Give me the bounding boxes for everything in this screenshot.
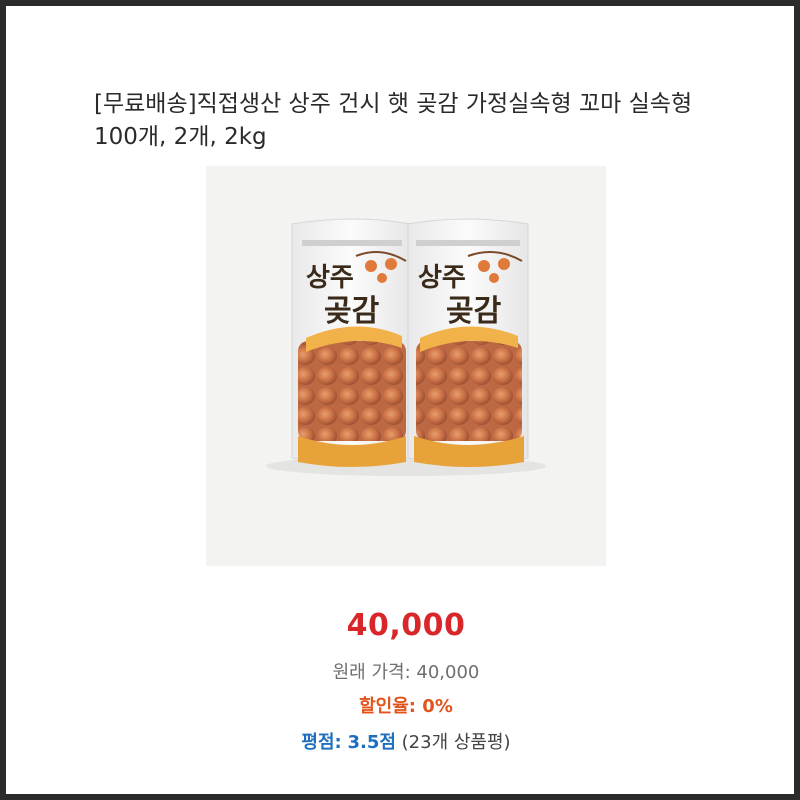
discount-value: 0% [422, 696, 453, 717]
original-price-value: 40,000 [416, 662, 480, 683]
right-bag: 상주 곶감 [407, 218, 529, 467]
product-title[interactable]: [무료배송]직접생산 상주 건시 햇 곶감 가정실속형 꼬마 실속형 100개,… [94, 88, 734, 154]
left-bag: 상주 곶감 [291, 218, 413, 467]
discount-rate: 할인율: 0% [6, 692, 800, 718]
discount-label: 할인율: [359, 696, 417, 717]
svg-text:곶감: 곶감 [446, 294, 502, 329]
svg-text:상주: 상주 [418, 263, 466, 293]
product-image[interactable]: 상주 곶감 상주 곶감 [206, 166, 606, 566]
rating-label: 평점: [301, 732, 342, 753]
dried-persimmon-bags-photo: 상주 곶감 상주 곶감 [206, 166, 606, 566]
original-price: 원래 가격: 40,000 [6, 658, 800, 684]
svg-text:상주: 상주 [306, 263, 354, 293]
review-count[interactable]: (23개 상품평) [402, 732, 511, 753]
product-card: [무료배송]직접생산 상주 건시 햇 곶감 가정실속형 꼬마 실속형 100개,… [0, 0, 800, 800]
original-price-label: 원래 가격: [332, 662, 411, 683]
rating-value: 3.5점 [347, 732, 396, 753]
rating[interactable]: 평점: 3.5점 (23개 상품평) [6, 728, 800, 754]
sale-price: 40,000 [346, 608, 466, 643]
svg-text:곶감: 곶감 [324, 294, 380, 329]
